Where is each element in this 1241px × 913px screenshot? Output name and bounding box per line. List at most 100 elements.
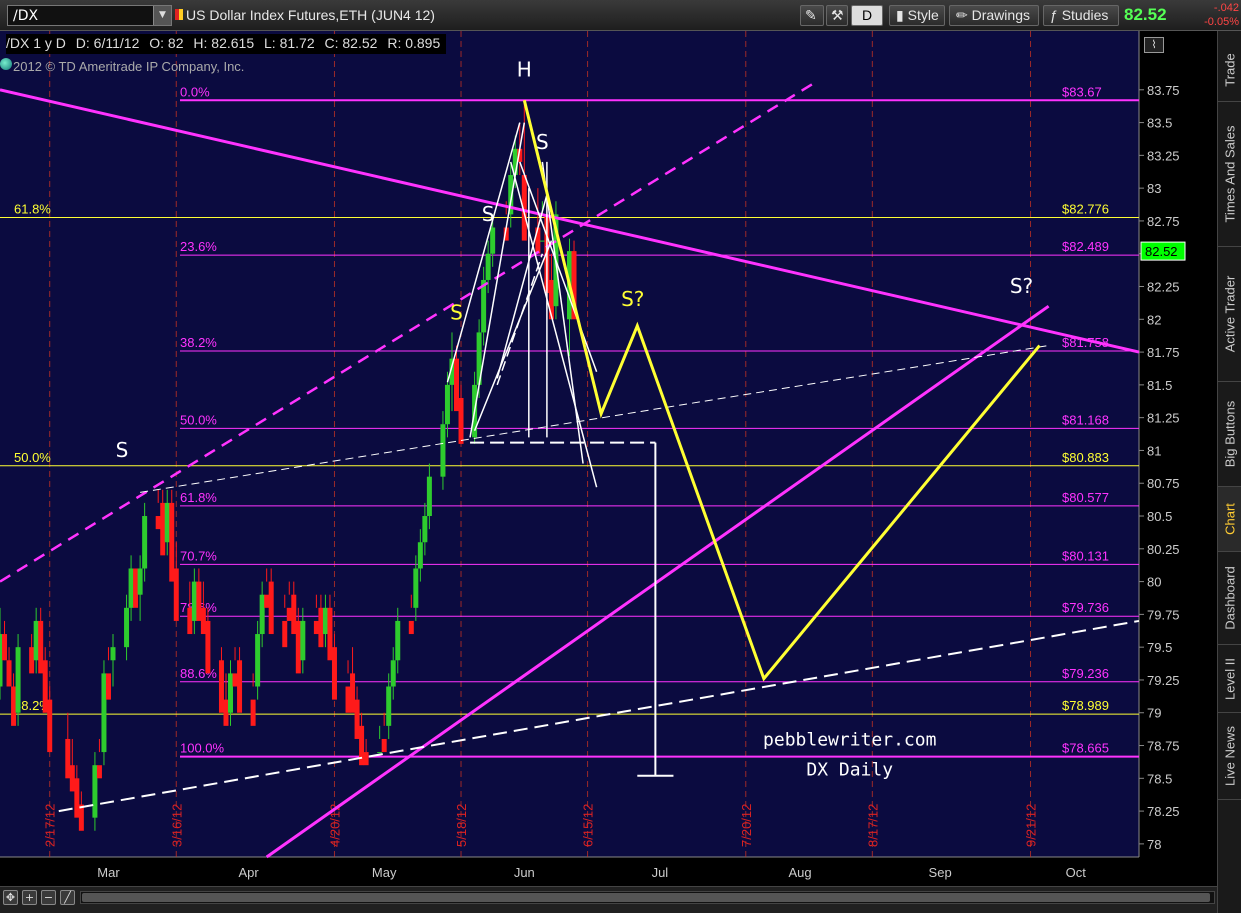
candle-body [413,568,419,608]
zoom-in-button[interactable]: + [22,890,37,905]
candle-body [187,607,193,635]
price-tick-label: 80.25 [1147,542,1180,557]
candle-body [286,607,292,621]
fib-level-pct: 61.8% [180,490,217,505]
studies-button[interactable]: ƒ Studies [1043,5,1119,26]
fib-level-price: $81.168 [1062,412,1109,427]
side-tab-active-trader[interactable]: Active Trader [1218,247,1241,382]
side-tab-times-and-sales[interactable]: Times And Sales [1218,102,1241,247]
status-high: H: 82.615 [193,35,255,51]
chart-settings-button[interactable]: ⌇ [1144,37,1164,53]
candle-body [282,620,288,648]
side-tab-level-ii[interactable]: Level II [1218,645,1241,713]
candle-body [205,620,211,674]
status-low: L: 81.72 [264,35,315,51]
candle-body [327,607,333,661]
side-tab-big-buttons[interactable]: Big Buttons [1218,382,1241,487]
scrollbar-thumb[interactable] [82,893,1210,902]
candle-body [128,568,134,608]
candle-body [250,699,256,726]
price-tick-label: 80 [1147,575,1161,590]
current-price-label: 82.52 [1145,244,1178,259]
candle-body [259,594,265,635]
candle-body [160,502,166,556]
candle-body [331,647,337,700]
side-tab-live-news[interactable]: Live News [1218,713,1241,800]
tools-button[interactable]: ⚒ [826,5,848,26]
candle-body [322,607,328,635]
status-range: R: 0.895 [387,35,441,51]
fib-level-pct: 38.2% [180,335,217,350]
style-button[interactable]: ▮ Style [889,5,945,26]
date-marker-label: 9/21/12 [1024,804,1039,847]
month-label: Apr [238,865,259,880]
candle-body [354,699,360,739]
candle-body [74,778,80,818]
price-chart[interactable]: 2/17/12 3/16/12 4/20/12 5/18/12 6/15/12 7/20/… [0,31,1217,886]
price-tick-label: 82 [1147,312,1161,327]
zoom-out-icon: − [43,891,54,904]
draw-line-button[interactable]: ╱ [60,890,75,905]
candle-body [38,620,44,674]
candle-body [458,397,464,444]
chart-annotation: S [116,438,129,462]
candle-body [363,752,369,766]
date-marker-label: 8/17/12 [865,804,880,847]
side-tab-chart[interactable]: Chart [1218,487,1241,552]
candle-body [417,542,423,569]
candle-body [359,725,365,766]
fib-level-pct: 50.0% [180,412,217,427]
drawings-button[interactable]: ✏ Drawings [949,5,1039,26]
side-tab-label: Chart [1222,503,1238,535]
chart-annotation: S [536,130,549,154]
candle-body [6,660,12,687]
bottom-bar: ✥ + − ╱ [0,886,1217,913]
globe-icon [0,58,12,70]
candle-body [386,686,392,726]
drawing-tools-button[interactable]: ✎ [800,5,824,26]
price-tick-label: 78.75 [1147,739,1180,754]
candle-body [169,502,175,582]
fib-level-price-yellow: $78.989 [1062,698,1109,713]
candle-body [11,686,17,726]
period-button[interactable]: D [851,5,883,26]
candle-body [101,673,107,753]
price-tick-label: 79.5 [1147,640,1172,655]
date-marker-label: 2/17/12 [43,804,58,847]
candle-body [390,660,396,687]
last-price: 82.52 [1124,5,1167,24]
month-label: Jul [652,865,669,880]
chart-area[interactable]: 2/17/12 3/16/12 4/20/12 5/18/12 6/15/12 7/20/… [0,31,1217,886]
candle-body [264,594,270,608]
style-button-label: Style [907,7,939,23]
month-label: May [372,865,397,880]
candle-body [29,647,35,674]
side-tab-trade[interactable]: Trade [1218,39,1241,102]
side-tab-label: Live News [1222,726,1238,786]
fib-level-price: $82.489 [1062,239,1109,254]
candle-body [137,568,143,595]
candle-body [133,568,139,608]
candle-body [490,227,496,254]
zoom-out-button[interactable]: − [41,890,56,905]
candle-body [223,699,229,726]
price-tick-label: 81.75 [1147,345,1180,360]
scrollbar[interactable] [80,891,1215,904]
month-label: Aug [788,865,811,880]
candle-body [15,647,21,713]
side-tabs: Trade Times And Sales Active Trader Big But… [1217,31,1241,913]
symbol-input[interactable]: /DX [7,5,172,26]
month-label: Sep [929,865,952,880]
fib-level-price: $79.736 [1062,600,1109,615]
price-tick-label: 79.25 [1147,673,1180,688]
candle-body [381,738,387,753]
side-tab-dashboard[interactable]: Dashboard [1218,552,1241,645]
symbol-dropdown-button[interactable]: ▼ [153,6,171,25]
candle-body [65,738,71,779]
fib-level-price: $79.236 [1062,666,1109,681]
price-tick-label: 80.5 [1147,509,1172,524]
candle-body [291,594,297,635]
pan-button[interactable]: ✥ [3,890,18,905]
candle-body [444,384,450,425]
candle-body [33,620,39,661]
